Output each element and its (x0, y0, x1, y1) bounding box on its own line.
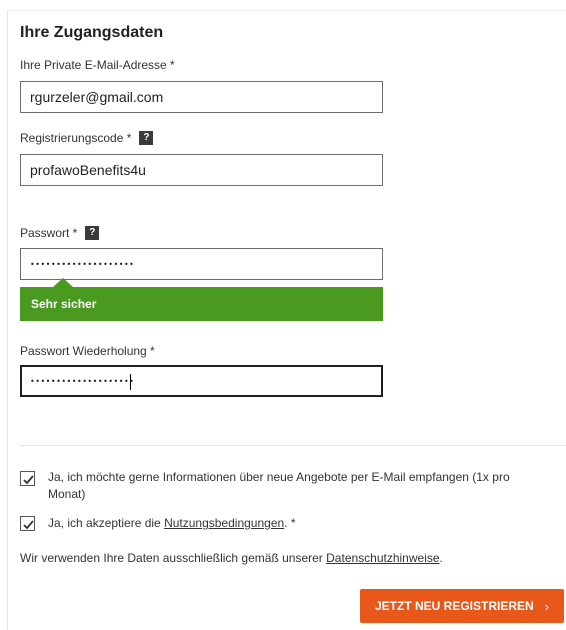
email-label: Ihre Private E-Mail-Adresse * (20, 58, 175, 72)
privacy-prefix: Wir verwenden Ihre Daten ausschließlich … (20, 551, 327, 565)
newsletter-label: Ja, ich möchte gerne Informationen über … (48, 470, 510, 501)
password-repeat-field[interactable] (20, 365, 383, 397)
terms-prefix: Ja, ich akzeptiere die (48, 516, 165, 530)
text-cursor (130, 374, 131, 390)
privacy-notice: Wir verwenden Ihre Daten ausschließlich … (20, 551, 443, 565)
password-help-icon[interactable]: ? (85, 226, 100, 240)
email-label-text: Ihre Private E-Mail-Adresse * (20, 58, 175, 72)
regcode-field[interactable] (20, 154, 383, 186)
password-strength-indicator: Sehr sicher (20, 278, 383, 321)
regcode-help-icon[interactable]: ? (139, 131, 154, 145)
terms-checkbox[interactable] (20, 516, 35, 531)
newsletter-checkbox[interactable] (20, 471, 35, 486)
email-field[interactable] (20, 81, 383, 113)
password-label-text: Passwort * (20, 226, 78, 240)
privacy-link[interactable]: Datenschutzhinweise (326, 551, 439, 565)
checkmark-icon (23, 520, 34, 530)
terms-link[interactable]: Nutzungsbedingungen (164, 516, 284, 530)
password-label: Passwort * ? (20, 226, 100, 240)
section-divider (20, 445, 566, 446)
regcode-label-text: Registrierungscode * (20, 131, 132, 145)
terms-suffix: . * (284, 516, 296, 530)
password-repeat-label-text: Passwort Wiederholung * (20, 344, 155, 358)
password-repeat-label: Passwort Wiederholung * (20, 344, 155, 358)
terms-label: Ja, ich akzeptiere die Nutzungsbedingung… (48, 515, 296, 532)
password-strength-text: Sehr sicher (31, 297, 97, 311)
regcode-label: Registrierungscode * ? (20, 131, 154, 145)
privacy-suffix: . (439, 551, 443, 565)
chevron-right-icon: › (544, 598, 550, 614)
password-field[interactable] (20, 248, 383, 280)
register-button-label: JETZT NEU REGISTRIEREN (374, 599, 534, 613)
checkmark-icon (23, 475, 34, 485)
section-title: Ihre Zugangsdaten (20, 24, 164, 41)
register-button[interactable]: JETZT NEU REGISTRIEREN › (360, 589, 564, 623)
